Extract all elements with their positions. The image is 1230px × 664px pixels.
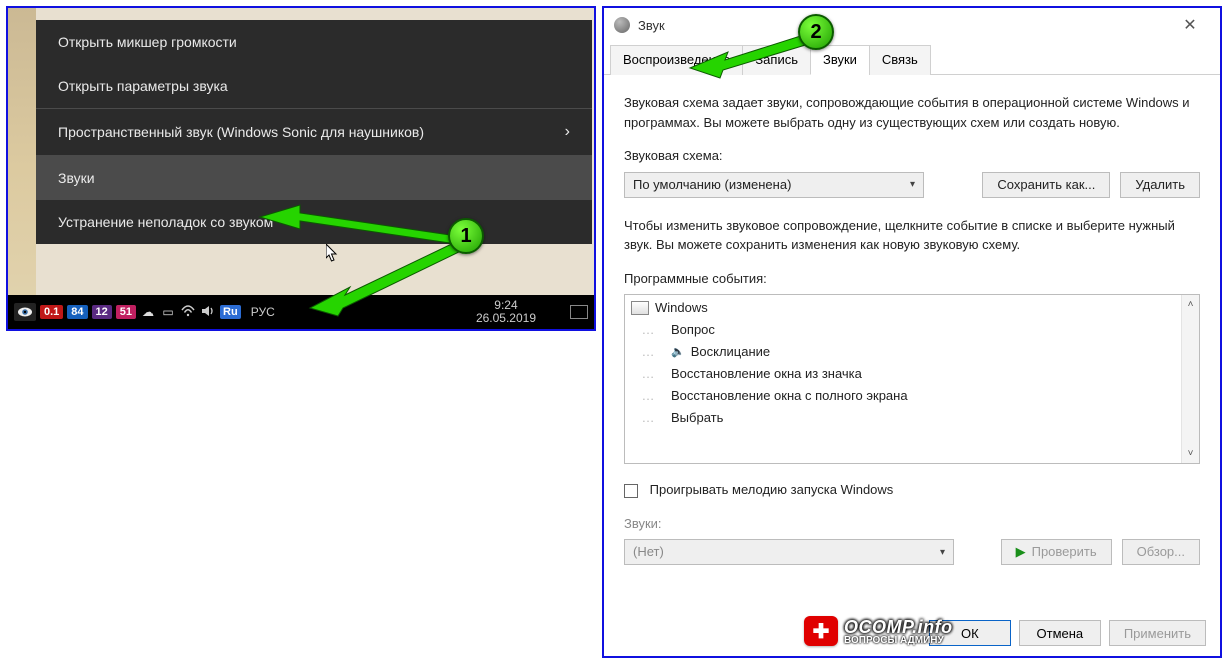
button-label: Применить <box>1124 626 1191 641</box>
menu-item-label: Открыть параметры звука <box>58 78 228 94</box>
watermark-site: OCOMP.info <box>844 617 953 637</box>
tree-line-icon: … <box>631 364 665 384</box>
tab-communications[interactable]: Связь <box>869 45 931 75</box>
event-item[interactable]: … Выбрать <box>625 407 1181 429</box>
program-events-list[interactable]: Windows … Вопрос … 🔈 Восклицание … Восст… <box>624 294 1200 464</box>
taskbar-stat-red[interactable]: 0.1 <box>40 305 63 319</box>
scroll-up-icon[interactable]: ˄ <box>1188 297 1194 312</box>
button-label: Удалить <box>1135 175 1185 195</box>
eye-icon[interactable] <box>14 303 36 321</box>
scheme-label: Звуковая схема: <box>624 146 1200 166</box>
tree-line-icon: … <box>631 320 665 340</box>
action-center-icon[interactable] <box>570 305 588 319</box>
events-scrollbar[interactable]: ˄ ˅ <box>1181 295 1199 463</box>
annotation-arrow-1b <box>310 240 470 320</box>
taskbar-stat-purple[interactable]: 12 <box>92 305 112 319</box>
button-label: ОК <box>961 626 979 641</box>
sound-assigned-icon: 🔈 <box>671 344 685 361</box>
tree-line-icon: … <box>631 408 665 428</box>
taskbar-clock[interactable]: 9:24 26.05.2019 <box>476 299 566 325</box>
chevron-down-icon: ▾ <box>940 545 945 560</box>
keyboard-layout-badge[interactable]: Ru <box>220 305 241 319</box>
watermark-tagline: ВОПРОСЫ АДМИНУ <box>844 635 953 646</box>
tab-label: Связь <box>882 52 918 67</box>
delete-button[interactable]: Удалить <box>1120 172 1200 198</box>
play-icon: ▶ <box>1016 542 1026 562</box>
browse-button[interactable]: Обзор... <box>1122 539 1200 565</box>
volume-icon[interactable] <box>200 305 216 320</box>
taskbar-language[interactable]: РУС <box>251 305 275 319</box>
windows-node-icon <box>631 301 649 315</box>
site-watermark: ✚ OCOMP.info ВОПРОСЫ АДМИНУ <box>804 616 953 646</box>
menu-item-label: Открыть микшер громкости <box>58 34 237 50</box>
left-screenshot-panel: Открыть микшер громкости Открыть парамет… <box>6 6 596 331</box>
close-button[interactable]: ✕ <box>1170 15 1210 35</box>
taskbar-stat-pink[interactable]: 51 <box>116 305 136 319</box>
event-label: Восстановление окна с полного экрана <box>671 386 908 406</box>
event-item[interactable]: … Восстановление окна из значка <box>625 363 1181 385</box>
event-label: Восклицание <box>691 342 770 362</box>
button-label: Отмена <box>1037 626 1084 641</box>
taskbar-date: 26.05.2019 <box>476 312 536 325</box>
desktop-background-strip <box>8 8 36 329</box>
windows-taskbar: 0.1 84 12 51 ☁ ▭ Ru РУС 9:24 26.05.2019 <box>8 295 594 329</box>
tree-line-icon: … <box>631 386 665 406</box>
save-as-button[interactable]: Сохранить как... <box>982 172 1110 198</box>
badge-number: 2 <box>810 21 821 44</box>
onedrive-icon[interactable]: ☁ <box>140 305 156 319</box>
apply-button[interactable]: Применить <box>1109 620 1206 646</box>
event-label: Вопрос <box>671 320 715 340</box>
combo-value: (Нет) <box>633 542 664 562</box>
menu-open-sound-settings[interactable]: Открыть параметры звука <box>36 64 592 108</box>
menu-open-volume-mixer[interactable]: Открыть микшер громкости <box>36 20 592 64</box>
tab-label: Звуки <box>823 52 857 67</box>
sounds-label: Звуки: <box>624 514 1200 534</box>
sound-dialog-icon <box>614 17 630 33</box>
events-description: Чтобы изменить звуковое сопровождение, щ… <box>624 216 1200 255</box>
checkbox-unchecked-icon[interactable] <box>624 484 638 498</box>
sound-dialog-window: Звук ✕ Воспроизведение Запись Звуки Связ… <box>602 6 1222 658</box>
wifi-icon[interactable] <box>180 305 196 320</box>
annotation-badge-1: 1 <box>448 218 484 254</box>
event-item[interactable]: … Восстановление окна с полного экрана <box>625 385 1181 407</box>
event-item[interactable]: … 🔈 Восклицание <box>625 341 1181 363</box>
event-label: Windows <box>655 298 708 318</box>
button-label: Обзор... <box>1137 542 1185 562</box>
annotation-badge-2: 2 <box>798 14 834 50</box>
test-button[interactable]: ▶ Проверить <box>1001 539 1112 565</box>
watermark-flag-icon: ✚ <box>804 616 838 646</box>
event-label: Восстановление окна из значка <box>671 364 862 384</box>
startup-sound-option[interactable]: Проигрывать мелодию запуска Windows <box>624 480 1200 500</box>
scheme-description: Звуковая схема задает звуки, сопровождаю… <box>624 93 1200 132</box>
menu-spatial-sound[interactable]: Пространственный звук (Windows Sonic для… <box>36 109 592 155</box>
scroll-down-icon[interactable]: ˅ <box>1188 446 1194 461</box>
battery-icon[interactable]: ▭ <box>160 305 176 319</box>
sound-scheme-combo[interactable]: По умолчанию (изменена) ▾ <box>624 172 924 198</box>
button-label: Проверить <box>1032 542 1097 562</box>
event-item[interactable]: … Вопрос <box>625 319 1181 341</box>
menu-item-label: Пространственный звук (Windows Sonic для… <box>58 124 424 140</box>
chevron-down-icon: ▾ <box>910 177 915 192</box>
badge-number: 1 <box>460 225 471 248</box>
event-node-windows[interactable]: Windows <box>625 297 1181 319</box>
combo-value: По умолчанию (изменена) <box>633 175 791 195</box>
menu-item-label: Устранение неполадок со звуком <box>58 214 273 230</box>
event-label: Выбрать <box>671 408 723 428</box>
dialog-title: Звук <box>638 18 665 33</box>
dialog-body: Звуковая схема задает звуки, сопровождаю… <box>604 75 1220 575</box>
button-label: Сохранить как... <box>997 175 1095 195</box>
checkbox-label: Проигрывать мелодию запуска Windows <box>650 482 894 497</box>
chevron-right-icon: › <box>565 123 570 141</box>
tree-line-icon: … <box>631 342 665 362</box>
dialog-footer: ОК Отмена Применить <box>929 620 1206 646</box>
events-label: Программные события: <box>624 269 1200 289</box>
sound-file-combo[interactable]: (Нет) ▾ <box>624 539 954 565</box>
cancel-button[interactable]: Отмена <box>1019 620 1101 646</box>
menu-sounds[interactable]: Звуки <box>36 156 592 200</box>
menu-item-label: Звуки <box>58 170 95 186</box>
taskbar-stat-blue[interactable]: 84 <box>67 305 87 319</box>
